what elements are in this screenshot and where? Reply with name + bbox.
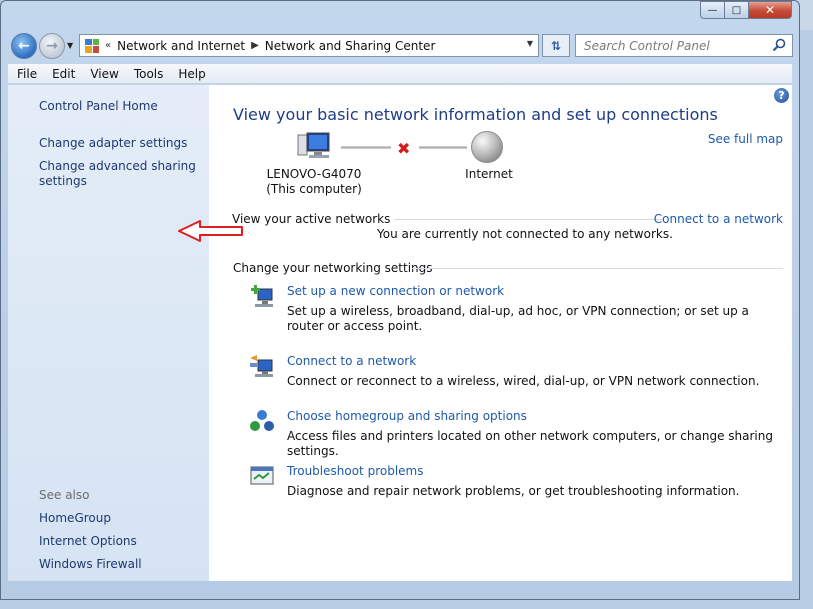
control-panel-icon <box>85 38 99 53</box>
recent-pages-chevron-down-icon[interactable]: ▼ <box>67 41 73 50</box>
search-icon[interactable] <box>772 38 786 52</box>
task-description: Diagnose and repair network problems, or… <box>287 484 740 498</box>
menu-bar: File Edit View Tools Help <box>8 64 792 84</box>
see-full-map-link[interactable]: See full map <box>708 132 783 146</box>
internet-options-link[interactable]: Internet Options <box>39 534 137 549</box>
active-networks-heading: View your active networks <box>232 212 395 226</box>
homegroup-sharing-link[interactable]: Choose homegroup and sharing options <box>287 409 527 423</box>
breadcrumb-network-and-internet[interactable]: Network and Internet <box>117 39 245 53</box>
network-map: ✖ LENOVO-G4070 (This computer) Internet <box>249 131 549 201</box>
content-area: Control Panel Home Change adapter settin… <box>8 85 792 581</box>
address-bar[interactable]: « Network and Internet ▶ Network and Sha… <box>79 34 539 57</box>
search-input[interactable] <box>576 35 766 56</box>
breadcrumb-overflow-icon[interactable]: « <box>105 40 111 51</box>
not-connected-message: You are currently not connected to any n… <box>377 227 673 241</box>
breadcrumb-separator-icon[interactable]: ▶ <box>251 40 259 51</box>
control-panel-home-link[interactable]: Control Panel Home <box>39 99 158 114</box>
computer-sub: (This computer) <box>266 182 362 196</box>
menu-help[interactable]: Help <box>172 67 211 81</box>
address-chevron-down-icon[interactable]: ▼ <box>527 39 533 48</box>
change-advanced-sharing-settings-link[interactable]: Change advanced sharing settings <box>39 159 196 189</box>
task-description: Connect or reconnect to a wireless, wire… <box>287 374 760 388</box>
windows-firewall-link[interactable]: Windows Firewall <box>39 557 142 572</box>
computer-name: LENOVO-G4070 <box>266 167 362 181</box>
connection-line <box>341 146 391 149</box>
task-description: Access files and printers located on oth… <box>287 429 773 458</box>
networking-settings-heading: Change your networking settings <box>233 261 433 275</box>
internet-globe-icon[interactable] <box>471 131 503 163</box>
refresh-icon: ⇅ <box>550 38 562 53</box>
homegroup-icon[interactable] <box>249 409 275 433</box>
navigation-bar: ← → ▼ « Network and Internet ▶ Network a… <box>9 32 793 60</box>
left-task-pane: Control Panel Home Change adapter settin… <box>8 85 209 581</box>
troubleshoot-icon[interactable] <box>249 464 275 488</box>
setup-connection-link[interactable]: Set up a new connection or network <box>287 284 504 298</box>
arrow-left-icon: ← <box>18 38 30 54</box>
menu-tools[interactable]: Tools <box>128 67 170 81</box>
window-controls: — □ ✕ <box>700 1 792 19</box>
breadcrumb-network-and-sharing-center[interactable]: Network and Sharing Center <box>265 39 436 53</box>
link-text-line: settings <box>39 174 87 188</box>
disconnected-x-icon: ✖ <box>397 139 411 158</box>
connect-to-network-link[interactable]: Connect to a network <box>654 212 783 226</box>
minimize-button[interactable]: — <box>700 1 724 19</box>
see-also-heading: See also <box>39 488 90 502</box>
link-text-line: Change advanced sharing <box>39 159 196 173</box>
main-pane: ? View your basic network information an… <box>209 85 792 581</box>
connect-network-icon[interactable] <box>249 354 275 378</box>
refresh-button[interactable]: ⇅ <box>542 34 570 57</box>
troubleshoot-link[interactable]: Troubleshoot problems <box>287 464 423 478</box>
back-button[interactable]: ← <box>11 33 37 59</box>
search-box[interactable] <box>575 34 793 57</box>
divider <box>374 219 664 220</box>
maximize-button[interactable]: □ <box>724 1 748 19</box>
new-connection-icon[interactable] <box>249 284 275 308</box>
divider <box>412 268 783 269</box>
arrow-right-icon: → <box>46 38 58 54</box>
close-button[interactable]: ✕ <box>748 1 792 19</box>
computer-icon[interactable] <box>296 131 332 163</box>
forward-button[interactable]: → <box>39 33 65 59</box>
connect-network-link[interactable]: Connect to a network <box>287 354 416 368</box>
network-sharing-center-window: — □ ✕ ← → ▼ « Network and Internet ▶ Net… <box>0 0 800 600</box>
menu-file[interactable]: File <box>11 67 43 81</box>
change-adapter-settings-link[interactable]: Change adapter settings <box>39 136 187 151</box>
page-title: View your basic network information and … <box>233 105 718 124</box>
homegroup-link[interactable]: HomeGroup <box>39 511 111 526</box>
computer-label: LENOVO-G4070 (This computer) <box>249 167 379 197</box>
task-description: Set up a wireless, broadband, dial-up, a… <box>287 304 749 333</box>
menu-view[interactable]: View <box>84 67 124 81</box>
internet-label: Internet <box>465 167 513 181</box>
menu-edit[interactable]: Edit <box>46 67 81 81</box>
help-icon[interactable]: ? <box>774 88 789 103</box>
connection-line <box>419 146 467 149</box>
